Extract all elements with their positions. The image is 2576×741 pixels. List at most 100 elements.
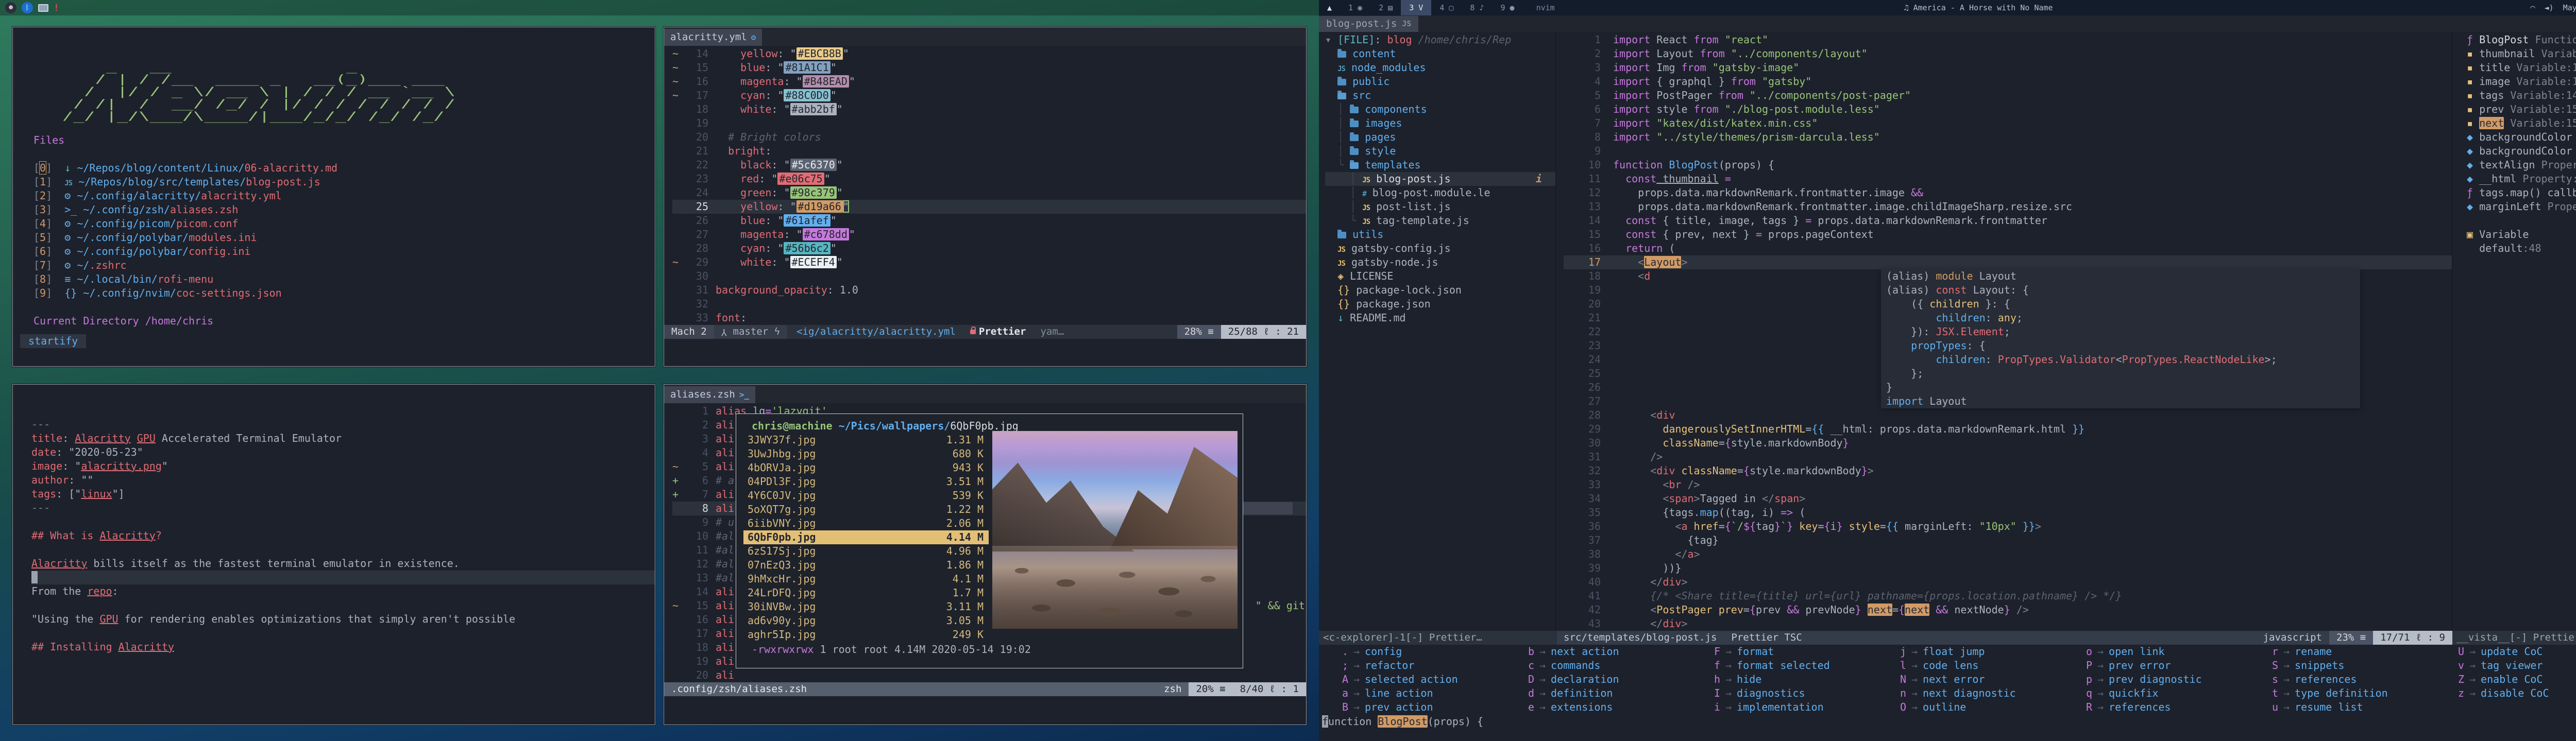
symbol-entry[interactable]: ◆ __html Property:29 xyxy=(2467,172,2576,186)
whichkey-item[interactable]: d→definition xyxy=(1522,686,1708,700)
whichkey-item[interactable]: j→float jump xyxy=(1894,645,2080,659)
workspace-4[interactable]: 4 ▢ xyxy=(1431,0,1462,15)
symbol-entry[interactable]: ▪ image Variable:14 xyxy=(2467,75,2576,89)
whichkey-item[interactable]: v→tag viewer xyxy=(2452,659,2576,673)
whichkey-item[interactable]: ;→refactor xyxy=(1336,659,1522,673)
file-row[interactable]: 9hMxcHr.jpg4.1 M xyxy=(743,572,989,586)
file-row[interactable]: 6QbF0pb.jpg4.14 M xyxy=(743,530,989,544)
startify-entry[interactable] xyxy=(33,300,655,314)
wifi-icon[interactable]: ◠ xyxy=(2531,3,2535,12)
music-player-status[interactable]: ♫ America - A Horse with No Name xyxy=(1904,3,2053,12)
file-row[interactable]: 30iNVBw.jpg3.11 M xyxy=(743,600,989,614)
whichkey-item[interactable]: l→code lens xyxy=(1894,659,2080,673)
explorer-node[interactable]: │ pages xyxy=(1325,130,1555,144)
startify-entry[interactable]: [4] ⚙ ~/.config/picom/picom.conf xyxy=(33,217,655,231)
explorer-node[interactable]: │ style xyxy=(1325,144,1555,158)
explorer-node[interactable]: {} package-lock.json xyxy=(1325,283,1555,297)
launcher-icon[interactable]: ▲ xyxy=(1319,3,1340,12)
startify-entry[interactable]: [7] ⚙ ~/.zshrc xyxy=(33,259,655,272)
explorer-node[interactable]: src xyxy=(1325,89,1555,102)
symbol-entry[interactable]: ▪ thumbnail Variable:11 xyxy=(2467,47,2576,61)
explorer-node[interactable]: │ JS blog-post.jsi xyxy=(1325,172,1555,186)
startify-entry[interactable]: [6] ⚙ ~/.config/polybar/config.ini xyxy=(33,245,655,259)
startify-entry[interactable]: Current Directory /home/chris xyxy=(33,314,655,328)
whichkey-item[interactable]: u→resume list xyxy=(2266,700,2452,714)
explorer-node[interactable]: JS gatsby-config.js xyxy=(1325,242,1555,255)
whichkey-item[interactable]: n→next diagnostic xyxy=(1894,686,2080,700)
whichkey-item[interactable]: r→rename xyxy=(2266,645,2452,659)
explorer-node[interactable]: │ JS post-list.js xyxy=(1325,200,1555,214)
explorer-node[interactable]: JS gatsby-node.js xyxy=(1325,255,1555,269)
whichkey-item[interactable]: I→diagnostics xyxy=(1708,686,1894,700)
whichkey-item[interactable]: p→prev diagnostic xyxy=(2080,673,2266,686)
file-row[interactable]: 04PDl3F.jpg3.51 M xyxy=(743,475,989,489)
explorer-node[interactable]: JS node_modules xyxy=(1325,61,1555,75)
symbol-entry[interactable]: ▣ Variable xyxy=(2467,228,2576,242)
file-row[interactable]: ad6v90y.jpg3.05 M xyxy=(743,614,989,628)
explorer-node[interactable]: └ templates xyxy=(1325,158,1555,172)
startify-entry[interactable]: [8] ≡ ~/.local/bin/rofi-menu xyxy=(33,272,655,286)
symbol-entry[interactable]: ▪ prev Variable:15 xyxy=(2467,102,2576,116)
discord-icon[interactable]: ☻ xyxy=(5,2,16,13)
bluetooth-icon[interactable]: ᛒ xyxy=(22,2,33,13)
explorer-node[interactable]: utils xyxy=(1325,228,1555,242)
whichkey-item[interactable]: q→quickfix xyxy=(2080,686,2266,700)
whichkey-item[interactable]: c→commands xyxy=(1522,659,1708,673)
workspace-1[interactable]: 1 ◉ xyxy=(1340,0,1370,15)
file-row[interactable]: aghr5Ip.jpg249 K xyxy=(743,628,989,642)
whichkey-item[interactable]: z→disable CoC xyxy=(2452,686,2576,700)
whichkey-item[interactable]: h→hide xyxy=(1708,673,1894,686)
file-row[interactable]: 6zS17Sj.jpg4.96 M xyxy=(743,544,989,558)
explorer-node[interactable]: ◈ LICENSE xyxy=(1325,269,1555,283)
symbol-entry[interactable]: ◆ backgroundColor Property:23 xyxy=(2467,144,2576,158)
file-row[interactable]: 07nEzQ3.jpg1.86 M xyxy=(743,558,989,572)
symbol-entry[interactable]: ◆ backgroundColor Property:19 xyxy=(2467,130,2576,144)
startify-entry[interactable]: [5] ⚙ ~/.config/polybar/modules.ini xyxy=(33,231,655,245)
whichkey-item[interactable]: b→next action xyxy=(1522,645,1708,659)
whichkey-item[interactable]: f→format selected xyxy=(1708,659,1894,673)
symbol-entry[interactable]: ▪ next Variable:15 xyxy=(2467,116,2576,130)
symbol-entry[interactable] xyxy=(2467,214,2576,228)
tab-blog-post-js[interactable]: blog-post.js JS xyxy=(1319,16,1418,32)
file-row[interactable]: 4Y6C0JV.jpg539 K xyxy=(743,489,989,503)
whichkey-item[interactable]: o→open link xyxy=(2080,645,2266,659)
whichkey-item[interactable]: .→config xyxy=(1336,645,1522,659)
workspace-8[interactable]: 8 ♪ xyxy=(1462,0,1492,15)
workspace-9[interactable]: 9 ● xyxy=(1493,0,1523,15)
symbol-entry[interactable]: default:48 xyxy=(2467,242,2576,255)
file-row[interactable]: 5oXQT7g.jpg1.22 M xyxy=(743,503,989,516)
startify-entry[interactable]: Files xyxy=(33,133,655,147)
file-row[interactable]: 6iibVNY.jpg2.06 M xyxy=(743,516,989,530)
startify-entry[interactable] xyxy=(33,147,655,161)
startify-entry[interactable]: [1] JS ~/Repos/blog/src/templates/blog-p… xyxy=(33,175,655,189)
symbol-entry[interactable]: ƒ BlogPost Function:10 xyxy=(2467,33,2576,47)
whichkey-item[interactable]: B→prev action xyxy=(1336,700,1522,714)
explorer-node[interactable]: ↓ README.md xyxy=(1325,311,1555,325)
whichkey-item[interactable]: D→declaration xyxy=(1522,673,1708,686)
whichkey-item[interactable]: t→type definition xyxy=(2266,686,2452,700)
startify-entry[interactable]: [3] >_ ~/.config/zsh/aliases.zsh xyxy=(33,203,655,217)
explorer-node[interactable]: public xyxy=(1325,75,1555,89)
whichkey-item[interactable]: N→next error xyxy=(1894,673,2080,686)
symbol-entry[interactable]: ◆ marginLeft Property:36 xyxy=(2467,200,2576,214)
whichkey-item[interactable]: a→line action xyxy=(1336,686,1522,700)
whichkey-item[interactable]: F→format xyxy=(1708,645,1894,659)
startify-entry[interactable]: [0] ↓ ~/Repos/blog/content/Linux/06-alac… xyxy=(33,161,655,175)
explorer-node[interactable]: └ JS tag-template.js xyxy=(1325,214,1555,228)
whichkey-item[interactable]: s→references xyxy=(2266,673,2452,686)
startify-entry[interactable]: [2] ⚙ ~/.config/alacritty/alacritty.yml xyxy=(33,189,655,203)
explorer-node[interactable]: │ images xyxy=(1325,116,1555,130)
explorer-node[interactable]: content xyxy=(1325,47,1555,61)
symbol-entry[interactable]: ◆ textAlign Property:25 xyxy=(2467,158,2576,172)
file-row[interactable]: 3JWY37f.jpg1.31 M xyxy=(743,433,989,447)
symbol-entry[interactable]: ƒ tags.map() callback Function:35 xyxy=(2467,186,2576,200)
whichkey-item[interactable]: O→outline xyxy=(1894,700,2080,714)
explorer-node[interactable]: │ components xyxy=(1325,102,1555,116)
whichkey-item[interactable]: A→selected action xyxy=(1336,673,1522,686)
file-row[interactable]: 4bORVJa.jpg943 K xyxy=(743,461,989,475)
tab-alacritty-yml[interactable]: alacritty.yml ⚙ xyxy=(664,29,762,46)
explorer-node[interactable]: ▾ [FILE]: blog /home/chris/Rep xyxy=(1325,33,1555,47)
whichkey-item[interactable]: i→implementation xyxy=(1708,700,1894,714)
alert-icon[interactable]: ! xyxy=(54,3,59,13)
volume-icon[interactable]: ◄) xyxy=(2545,3,2554,12)
